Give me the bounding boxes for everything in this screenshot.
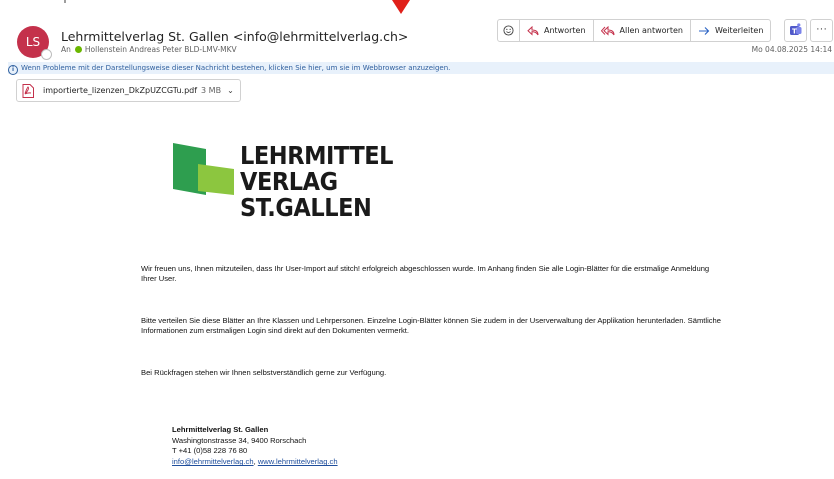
body-paragraph-1: Wir freuen uns, Ihnen mitzuteilen, dass …	[141, 264, 710, 283]
logo-line-3: ST.GALLEN	[240, 193, 372, 222]
more-actions-button[interactable]: ···	[810, 19, 833, 42]
reply-all-button[interactable]: Allen antworten	[592, 20, 690, 41]
logo-line-1: LEHRMITTEL	[240, 141, 394, 170]
recipient-presence-icon	[74, 46, 82, 53]
sender-name[interactable]: Lehrmittelverlag St. Gallen <info@lehrmi…	[61, 29, 408, 44]
attachment-filename: importierte_lizenzen_DkZpUZCGTu.pdf	[43, 86, 198, 95]
info-icon: i	[8, 65, 18, 75]
reply-all-label: Allen antworten	[619, 26, 683, 35]
signature-email-link[interactable]: info@lehrmittelverlag.ch	[172, 457, 254, 466]
pdf-file-icon	[22, 83, 34, 98]
presence-status-icon	[41, 49, 52, 60]
infobar-text[interactable]: Wenn Probleme mit der Darstellungsweise …	[21, 64, 450, 72]
forward-button[interactable]: Weiterleiten	[689, 20, 770, 41]
logo-line-2: VERLAG	[240, 167, 338, 196]
forward-label: Weiterleiten	[714, 26, 764, 35]
red-arrow-pointer	[392, 0, 410, 14]
body-paragraph-3: Bei Rückfragen stehen wir Ihnen selbstve…	[141, 368, 387, 377]
signature-block: Lehrmittelverlag St. Gallen Washingtonst…	[172, 425, 338, 468]
signature-address: Washingtonstrasse 34, 9400 Rorschach	[172, 435, 307, 445]
signature-website-link[interactable]: www.lehrmittelverlag.ch	[258, 457, 338, 466]
chevron-down-icon[interactable]: ⌄	[227, 86, 234, 95]
teams-icon: T	[790, 23, 802, 36]
logo-wordmark: LEHRMITTEL VERLAG ST.GALLEN	[240, 141, 394, 222]
signature-phone: T +41 (0)58 228 76 80	[172, 446, 248, 456]
display-problem-infobar[interactable]: i Wenn Probleme mit der Darstellungsweise…	[8, 62, 834, 75]
reply-button[interactable]: Antworten	[519, 20, 593, 41]
reply-all-arrow-icon	[600, 25, 615, 36]
attachment-size: 3 MB	[201, 86, 222, 95]
smiley-icon	[503, 25, 514, 36]
reply-label: Antworten	[544, 26, 586, 35]
body-paragraph-2: Bitte verteilen Sie diese Blätter an Ihr…	[141, 316, 721, 335]
reply-arrow-icon	[527, 25, 539, 36]
signature-company: Lehrmittelverlag St. Gallen	[172, 425, 269, 434]
forward-arrow-icon	[698, 26, 710, 35]
signature-links-line: info@lehrmittelverlag.ch, www.lehrmittel…	[172, 457, 338, 468]
to-label: An	[61, 45, 71, 54]
teams-share-button[interactable]: T	[784, 19, 807, 42]
recipient-line: An Hollenstein Andreas Peter BLD-LMV-MKV	[61, 45, 237, 54]
emoji-reaction-button[interactable]	[498, 20, 519, 41]
recipient-name[interactable]: Hollenstein Andreas Peter BLD-LMV-MKV	[85, 45, 237, 54]
lehrmittelverlag-logo-icon	[173, 143, 234, 195]
message-action-toolbar: Antworten Allen antworten Weiterleiten	[497, 19, 772, 42]
attachment-chip[interactable]: importierte_lizenzen_DkZpUZCGTu.pdf 3 MB…	[16, 79, 241, 102]
received-date: Mo 04.08.2025 14:14	[751, 45, 832, 54]
svg-text:T: T	[792, 28, 797, 36]
top-edge-mark	[64, 0, 66, 3]
